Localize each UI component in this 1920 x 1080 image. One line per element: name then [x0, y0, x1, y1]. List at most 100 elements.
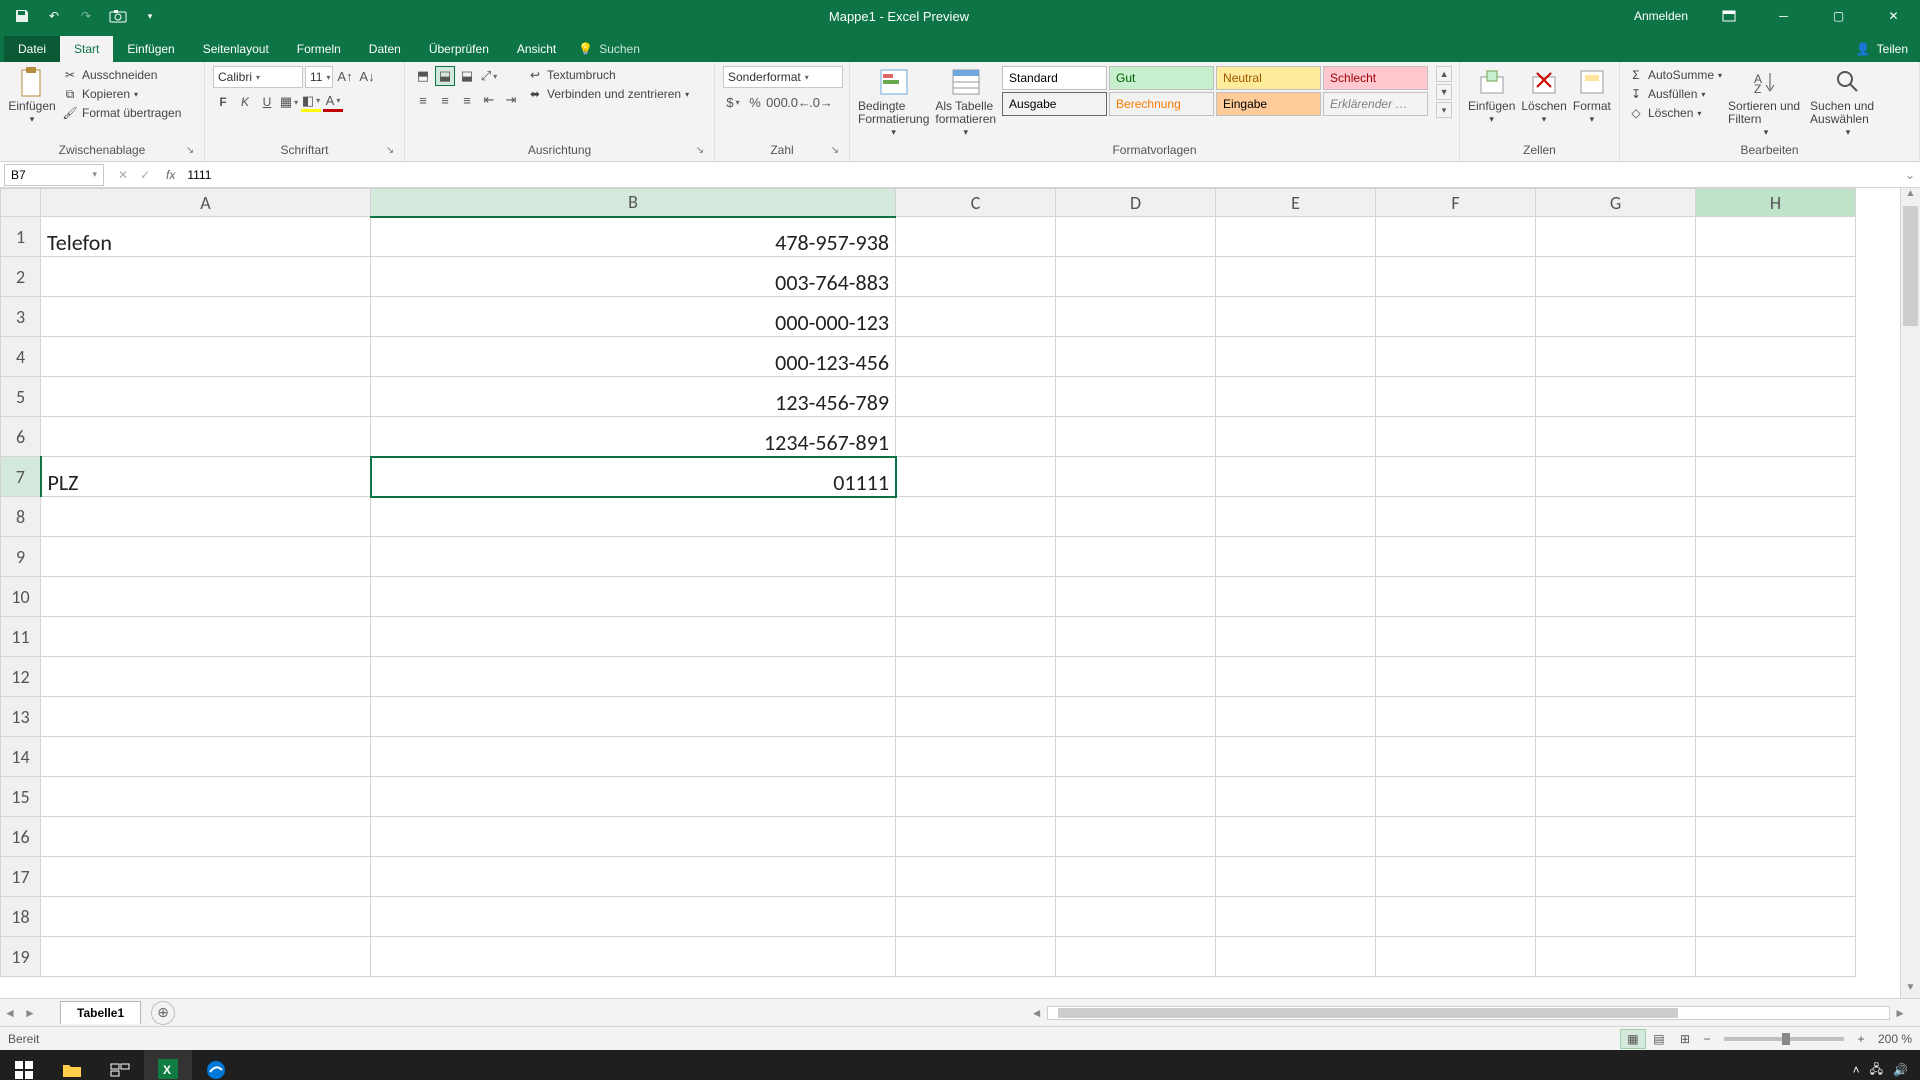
- cell[interactable]: [1696, 657, 1856, 697]
- view-pagebreak-icon[interactable]: ⊞: [1672, 1029, 1698, 1049]
- tab-review[interactable]: Überprüfen: [415, 36, 503, 62]
- file-explorer-icon[interactable]: [48, 1050, 96, 1080]
- row-header[interactable]: 4: [1, 337, 41, 377]
- cell[interactable]: [1376, 657, 1536, 697]
- cell[interactable]: [896, 257, 1056, 297]
- cell[interactable]: [1696, 537, 1856, 577]
- cell[interactable]: [1216, 857, 1376, 897]
- tray-volume-icon[interactable]: 🔊: [1893, 1063, 1908, 1077]
- sheet-nav-prev-icon[interactable]: ◄: [0, 1006, 20, 1020]
- minimize-button[interactable]: ─: [1761, 0, 1806, 32]
- cell[interactable]: [41, 657, 371, 697]
- row-header[interactable]: 5: [1, 377, 41, 417]
- cell[interactable]: [41, 897, 371, 937]
- tab-data[interactable]: Daten: [355, 36, 415, 62]
- zoom-thumb[interactable]: [1782, 1033, 1790, 1045]
- cell[interactable]: [1216, 337, 1376, 377]
- merge-center-button[interactable]: ⬌Verbinden und zentrieren▾: [527, 85, 689, 103]
- cell[interactable]: [1216, 617, 1376, 657]
- tab-view[interactable]: Ansicht: [503, 36, 570, 62]
- cell[interactable]: [371, 497, 896, 537]
- comma-button[interactable]: 000: [767, 92, 787, 112]
- cell[interactable]: [896, 377, 1056, 417]
- cell[interactable]: 123-456-789: [371, 377, 896, 417]
- cell[interactable]: [41, 777, 371, 817]
- cell[interactable]: [1536, 497, 1696, 537]
- cell[interactable]: [1536, 217, 1696, 257]
- row-header[interactable]: 14: [1, 737, 41, 777]
- cell[interactable]: [1376, 337, 1536, 377]
- cell[interactable]: [896, 617, 1056, 657]
- cell[interactable]: [41, 577, 371, 617]
- cell[interactable]: [896, 657, 1056, 697]
- cell[interactable]: [1056, 577, 1216, 617]
- cell[interactable]: [1376, 617, 1536, 657]
- cell[interactable]: [1696, 377, 1856, 417]
- cell[interactable]: [1696, 217, 1856, 257]
- cells-format-button[interactable]: Format▾: [1573, 66, 1611, 125]
- cell[interactable]: [41, 857, 371, 897]
- column-header[interactable]: C: [896, 189, 1056, 217]
- conditional-formatting-button[interactable]: Bedingte Formatierung▾: [858, 66, 929, 138]
- cell[interactable]: [1056, 897, 1216, 937]
- cell[interactable]: [1216, 297, 1376, 337]
- cell[interactable]: [1376, 377, 1536, 417]
- styles-more-icon[interactable]: ▾: [1436, 102, 1452, 118]
- hscroll-left-icon[interactable]: ◄: [1027, 1006, 1047, 1020]
- row-header[interactable]: 17: [1, 857, 41, 897]
- cell[interactable]: [1056, 417, 1216, 457]
- column-header[interactable]: E: [1216, 189, 1376, 217]
- accept-formula-icon[interactable]: ✓: [136, 168, 154, 182]
- cell[interactable]: [1376, 737, 1536, 777]
- column-header[interactable]: A: [41, 189, 371, 217]
- cell[interactable]: [896, 537, 1056, 577]
- share-button[interactable]: 👤Teilen: [1844, 36, 1920, 62]
- orientation-button[interactable]: ⤢: [479, 66, 499, 86]
- cut-button[interactable]: ✂Ausschneiden: [62, 66, 181, 84]
- row-header[interactable]: 6: [1, 417, 41, 457]
- cell[interactable]: [896, 457, 1056, 497]
- cell[interactable]: Telefon: [41, 217, 371, 257]
- cell[interactable]: [1056, 617, 1216, 657]
- italic-button[interactable]: K: [235, 92, 255, 112]
- zoom-slider[interactable]: [1724, 1037, 1844, 1041]
- cell[interactable]: [1056, 377, 1216, 417]
- cell[interactable]: [1536, 257, 1696, 297]
- zoom-level[interactable]: 200 %: [1878, 1032, 1912, 1046]
- ribbon-display-icon[interactable]: [1706, 0, 1751, 32]
- style-schlecht[interactable]: Schlecht: [1323, 66, 1428, 90]
- cell[interactable]: [41, 697, 371, 737]
- maximize-button[interactable]: ▢: [1816, 0, 1861, 32]
- cell[interactable]: [1376, 417, 1536, 457]
- tab-formulas[interactable]: Formeln: [283, 36, 355, 62]
- row-header[interactable]: 12: [1, 657, 41, 697]
- cell[interactable]: [1056, 777, 1216, 817]
- cell[interactable]: [1536, 537, 1696, 577]
- currency-button[interactable]: $: [723, 92, 743, 112]
- cell[interactable]: [1696, 737, 1856, 777]
- cell[interactable]: [1216, 537, 1376, 577]
- cell[interactable]: [41, 497, 371, 537]
- cell[interactable]: [896, 217, 1056, 257]
- cell[interactable]: [1376, 297, 1536, 337]
- cell[interactable]: [1056, 497, 1216, 537]
- cell[interactable]: [896, 777, 1056, 817]
- cell[interactable]: [896, 577, 1056, 617]
- cells-delete-button[interactable]: Löschen▾: [1521, 66, 1566, 125]
- cell[interactable]: PLZ: [41, 457, 371, 497]
- tab-pagelayout[interactable]: Seitenlayout: [189, 36, 283, 62]
- sign-in-link[interactable]: Anmelden: [1626, 9, 1696, 23]
- cell[interactable]: [371, 857, 896, 897]
- paste-button[interactable]: Einfügen▾: [8, 66, 56, 125]
- row-header[interactable]: 1: [1, 217, 41, 257]
- style-eingabe[interactable]: Eingabe: [1216, 92, 1321, 116]
- row-header[interactable]: 9: [1, 537, 41, 577]
- edge-taskbar-icon[interactable]: [192, 1050, 240, 1080]
- cell[interactable]: [1696, 457, 1856, 497]
- tab-file[interactable]: Datei: [4, 36, 60, 62]
- cell[interactable]: 000-123-456: [371, 337, 896, 377]
- name-box[interactable]: B7▾: [4, 164, 104, 186]
- cell[interactable]: [1216, 577, 1376, 617]
- cell[interactable]: [41, 817, 371, 857]
- cancel-formula-icon[interactable]: ✕: [114, 168, 132, 182]
